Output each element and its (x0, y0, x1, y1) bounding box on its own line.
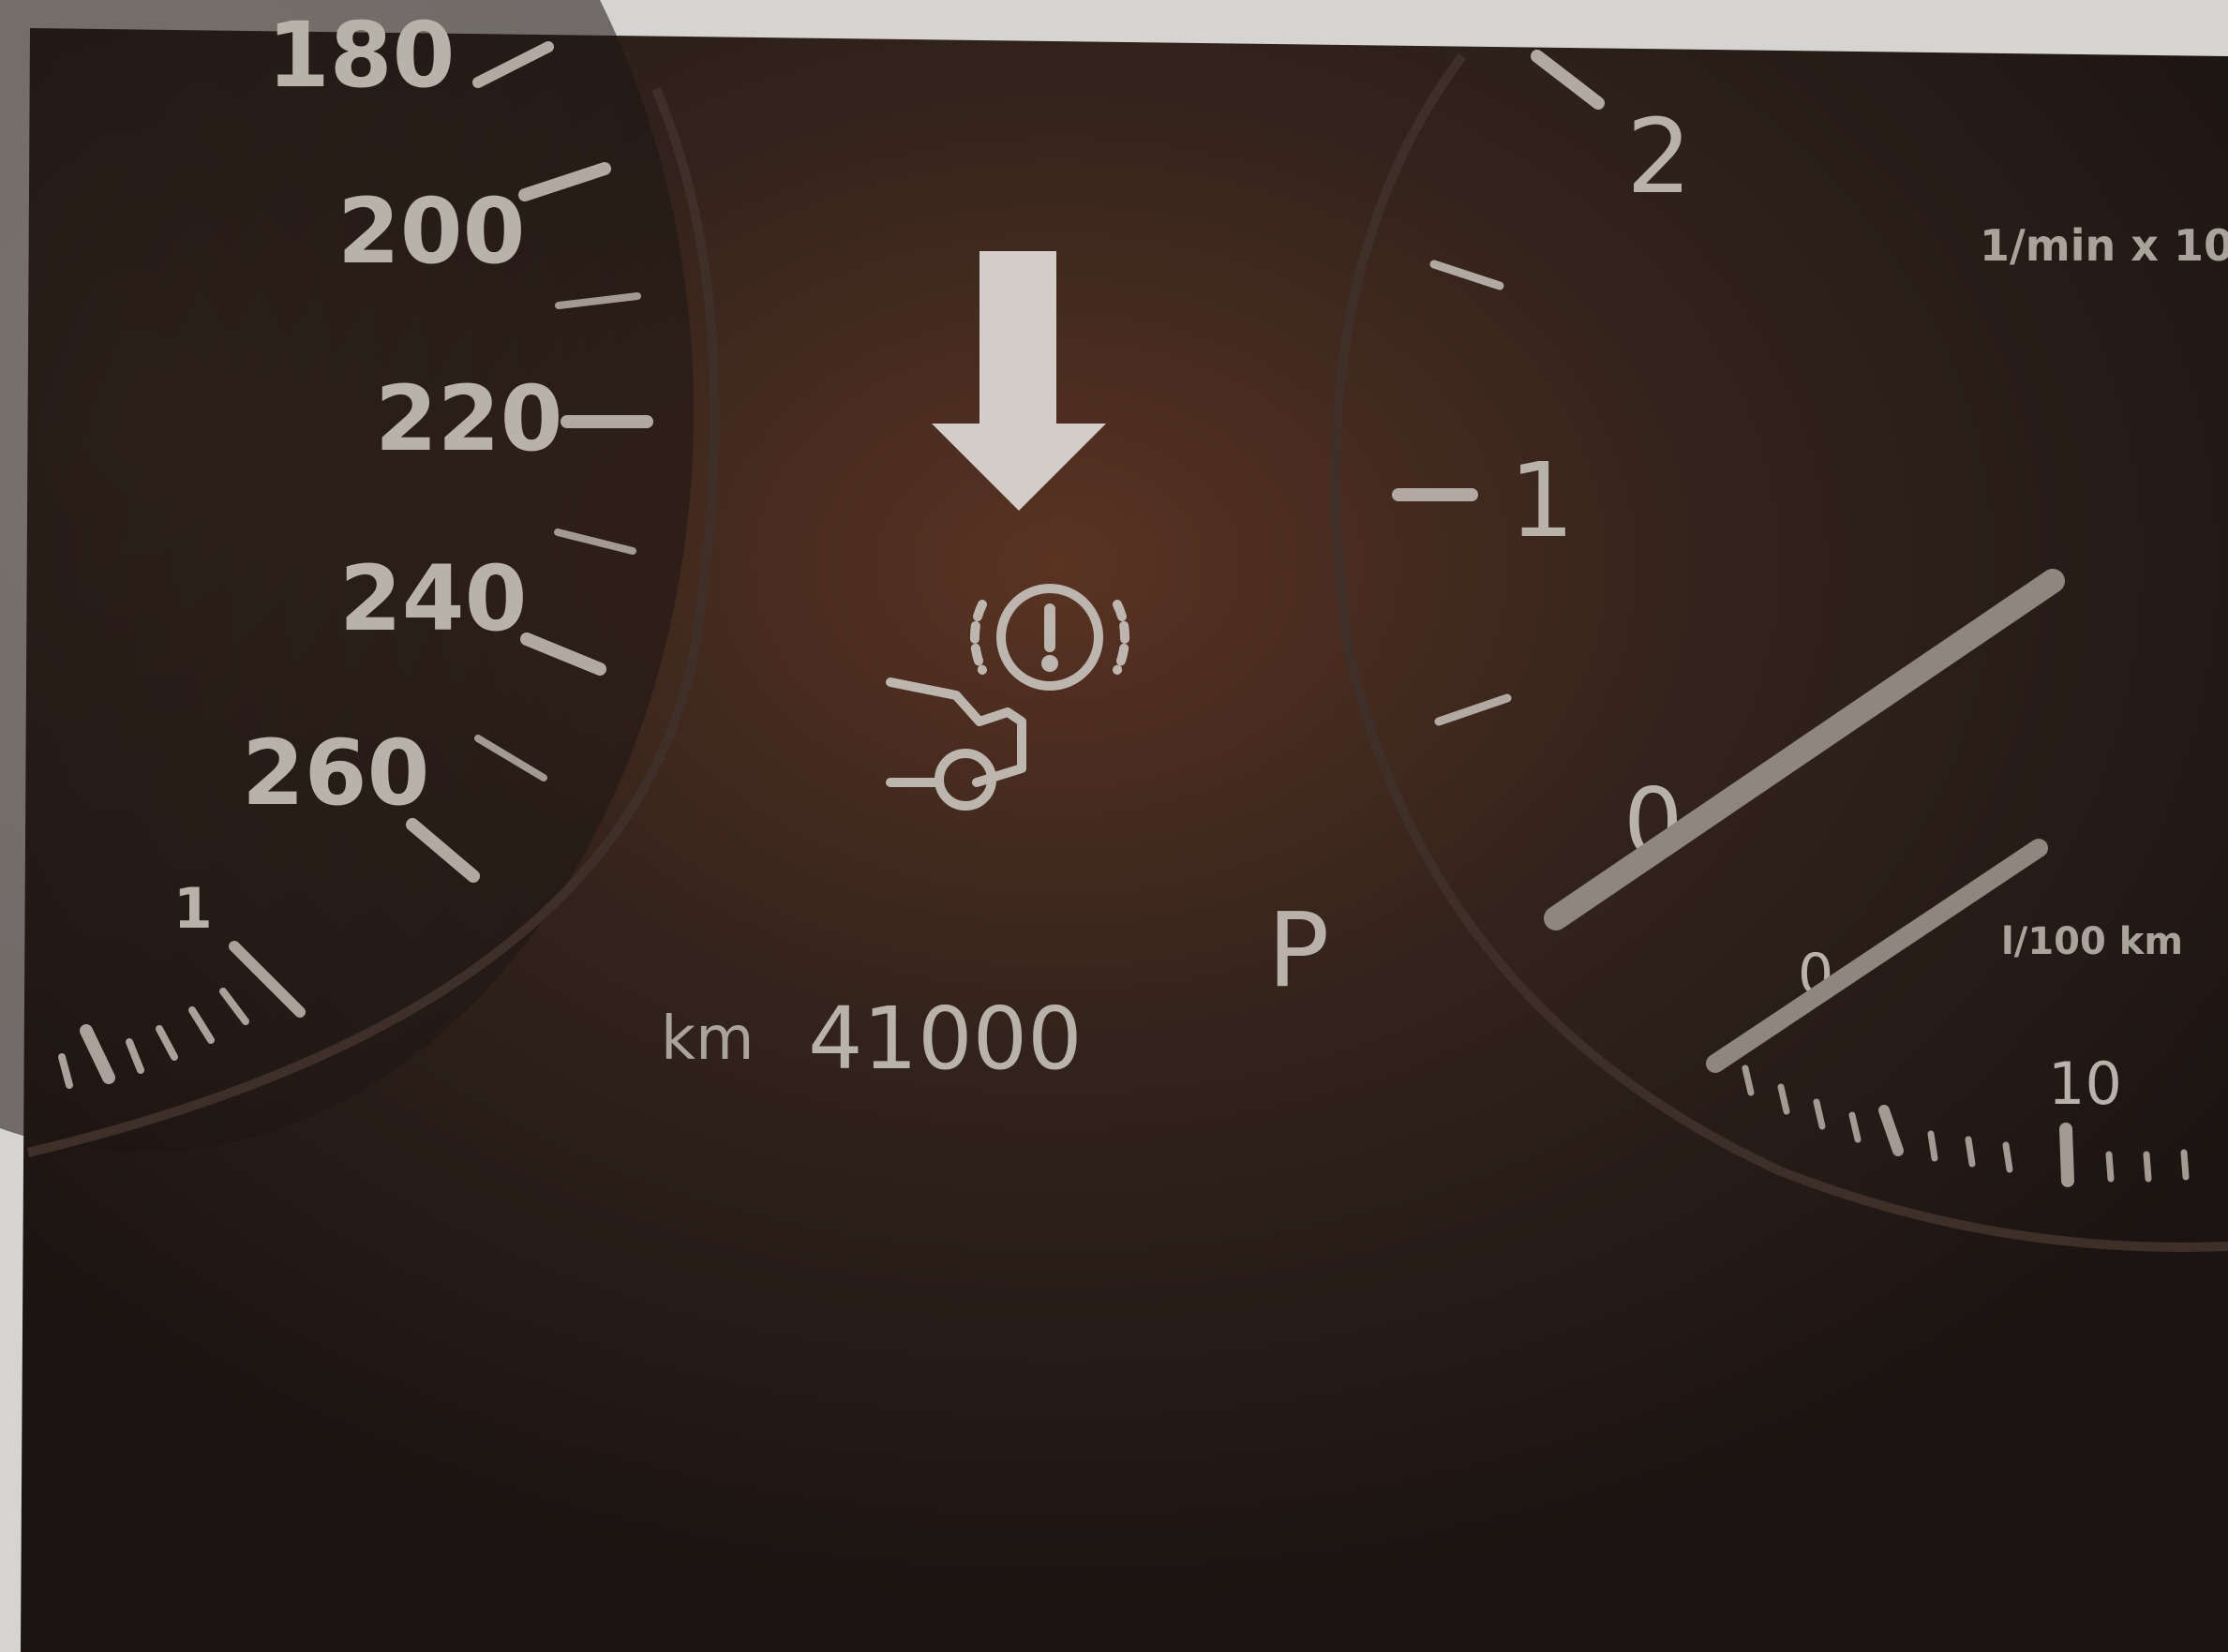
odometer-unit: km (661, 1005, 754, 1074)
rpm-unit-label: 1/min x 10 (1980, 220, 2228, 271)
consumption-tick (1965, 1136, 1976, 1168)
speed-label-220: 220 (375, 366, 562, 471)
rpm-label-1: 1 (1509, 440, 1575, 560)
speed-label-200: 200 (337, 179, 525, 284)
consumption-tick (1927, 1130, 1938, 1162)
consumption-tick (2143, 1151, 2152, 1183)
consumption-tick (2105, 1151, 2115, 1183)
speed-label-260: 260 (242, 721, 429, 826)
consumption-label-10: 10 (2048, 1049, 2122, 1118)
consumption-tick (2002, 1141, 2013, 1173)
consumption-tick (2180, 1149, 2190, 1181)
speed-label-240: 240 (339, 546, 527, 651)
speed-label-180: 180 (267, 3, 455, 108)
fuel-mark-label: 1 (173, 876, 213, 942)
consumption-unit-label: l/100 km (2001, 920, 2183, 963)
instrument-cluster-photo: 180 200 220 240 260 1 km 41000 P 2 1 0 1… (0, 0, 2228, 1652)
odometer: km 41000 (661, 989, 1083, 1089)
odometer-value: 41000 (808, 989, 1083, 1089)
consumption-tick-major (2059, 1123, 2074, 1187)
gear-indicator: P (1267, 890, 1329, 1010)
rpm-label-2: 2 (1626, 97, 1692, 216)
